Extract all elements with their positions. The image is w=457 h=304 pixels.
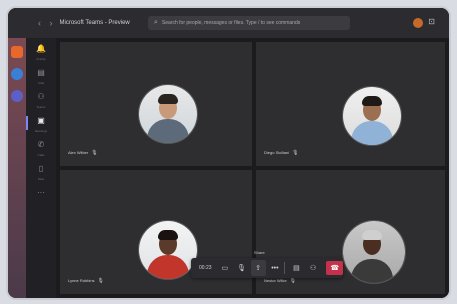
participant-photo: [138, 84, 198, 144]
user-avatar[interactable]: [413, 18, 423, 28]
participant-photo: [138, 220, 198, 280]
rail-item-calls[interactable]: ✆ Calls: [32, 140, 50, 157]
app-rail: 🔔 Activity ▤ Chat ⚇ Teams ▣ Meetings ✆ Calls ▯ File…: [26, 38, 56, 298]
window-control-icon[interactable]: ⊡: [428, 17, 435, 26]
rail-item-chat[interactable]: ▤ Chat: [32, 68, 50, 85]
rail-item-teams[interactable]: ⚇ Teams: [32, 92, 50, 109]
rail-item-label: Activity: [36, 57, 46, 61]
rail-item-label: Meetings: [34, 129, 48, 133]
teams-icon: ⚇: [37, 92, 45, 101]
office-app-icon[interactable]: [11, 46, 23, 58]
app-title: Microsoft Teams - Preview: [59, 20, 130, 26]
chat-toggle-button[interactable]: ▤: [289, 260, 304, 276]
participants-button[interactable]: ⚇: [306, 260, 321, 276]
more-icon: ···: [37, 188, 45, 197]
rail-item-label: Chat: [37, 81, 45, 85]
rail-item-label: Files: [37, 177, 45, 181]
mic-icon: 🎙: [97, 278, 104, 284]
rail-item-label: Teams: [36, 105, 46, 109]
search-placeholder: Search for people, messages or files. Ty…: [161, 20, 301, 26]
rail-item-label: Calls: [37, 153, 45, 157]
chat-icon: ▤: [37, 68, 45, 77]
rail-item-files[interactable]: ▯ Files: [32, 164, 50, 181]
search-icon: ⌕: [154, 19, 158, 26]
mic-icon: 🎙: [91, 150, 98, 156]
participant-name: Alex Wilber 🎙: [68, 150, 98, 156]
file-icon: ▯: [38, 164, 44, 173]
mic-icon: 🎙: [289, 278, 297, 284]
search-input[interactable]: ⌕ Search for people, messages or files. …: [148, 16, 350, 30]
teams-app-icon[interactable]: [11, 90, 23, 102]
help-app-icon[interactable]: [11, 68, 23, 80]
mic-button[interactable]: 🎙: [234, 260, 249, 276]
divider: [284, 262, 286, 274]
call-timer: 00:23: [199, 265, 212, 271]
title-bar: ‹ › Microsoft Teams - Preview ✎ ⌕ Search…: [8, 8, 449, 38]
desktop-taskbar: [8, 38, 26, 298]
nav-arrows[interactable]: ‹ ›: [38, 18, 56, 28]
participant-name: Nestor Wilke 🎙: [264, 278, 297, 284]
share-tooltip: Share: [254, 250, 265, 255]
call-controls-bar: 00:23 ▭ 🎙 ⇪ ••• ▤ ⚇ ☎: [191, 258, 343, 278]
more-actions-button[interactable]: •••: [268, 260, 283, 276]
phone-icon: ✆: [37, 140, 45, 149]
teams-window: ‹ › Microsoft Teams - Preview ✎ ⌕ Search…: [8, 8, 449, 298]
rail-item-more[interactable]: ···: [32, 188, 50, 204]
participant-tile[interactable]: Alex Wilber 🎙: [60, 42, 252, 166]
hang-up-button[interactable]: ☎: [326, 261, 343, 275]
rail-item-meetings[interactable]: ▣ Meetings: [26, 116, 50, 133]
bell-icon: 🔔: [36, 44, 46, 53]
share-button[interactable]: ⇪: [250, 260, 266, 276]
participant-photo: [342, 220, 406, 284]
participant-name: Diego Siciliani 🎙: [264, 150, 299, 156]
participant-photo: [342, 86, 402, 146]
calendar-icon: ▣: [37, 116, 45, 125]
rail-item-activity[interactable]: 🔔 Activity: [32, 44, 50, 61]
participant-name: Lynne Robbins 🎙: [68, 278, 104, 284]
mic-icon: 🎙: [292, 150, 299, 156]
camera-button[interactable]: ▭: [218, 260, 233, 276]
participant-tile[interactable]: Diego Siciliani 🎙: [256, 42, 445, 166]
